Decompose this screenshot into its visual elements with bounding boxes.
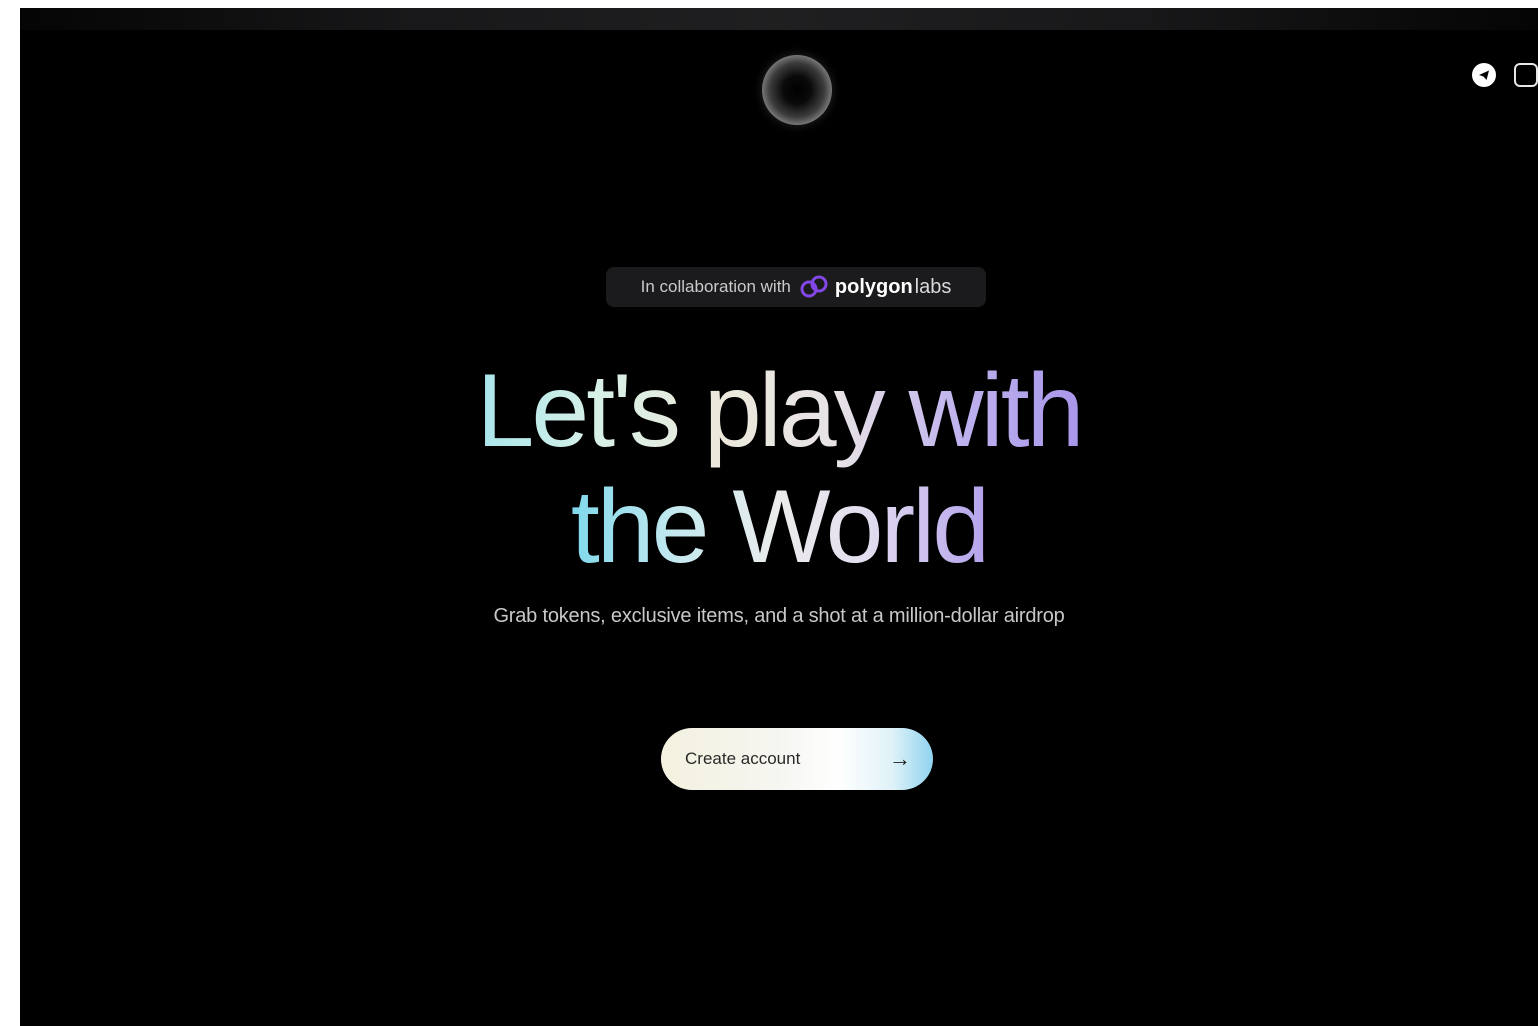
collaboration-badge: In collaboration with polygon labs [606, 267, 986, 307]
telegram-icon[interactable] [1472, 63, 1496, 87]
polygon-brand: polygon labs [799, 275, 951, 299]
headline-line-1-wrap: Let's play with [20, 353, 1538, 469]
app-screen: In collaboration with polygon labs Let's… [20, 8, 1538, 1026]
logo-orb-icon[interactable] [762, 55, 832, 125]
headline-line-2: the World [570, 469, 990, 585]
create-account-label: Create account [685, 749, 801, 768]
brand-name: polygon [834, 275, 913, 298]
headline-line-2-wrap: the World [20, 469, 1538, 585]
headline-line-1: Let's play with [476, 353, 1085, 469]
hero-headline: Let's play with the World [20, 353, 1538, 585]
collab-prefix: In collaboration with [640, 277, 791, 296]
polygon-logo-icon [800, 275, 828, 298]
top-glow-bar [20, 8, 1538, 30]
instagram-icon[interactable] [1514, 63, 1538, 87]
arrow-right-icon: → [889, 746, 911, 771]
hero-subtitle: Grab tokens, exclusive items, and a shot… [493, 605, 1065, 627]
social-links [1472, 63, 1538, 87]
create-account-button[interactable]: Create account → [661, 728, 933, 790]
brand-suffix: labs [914, 275, 952, 298]
